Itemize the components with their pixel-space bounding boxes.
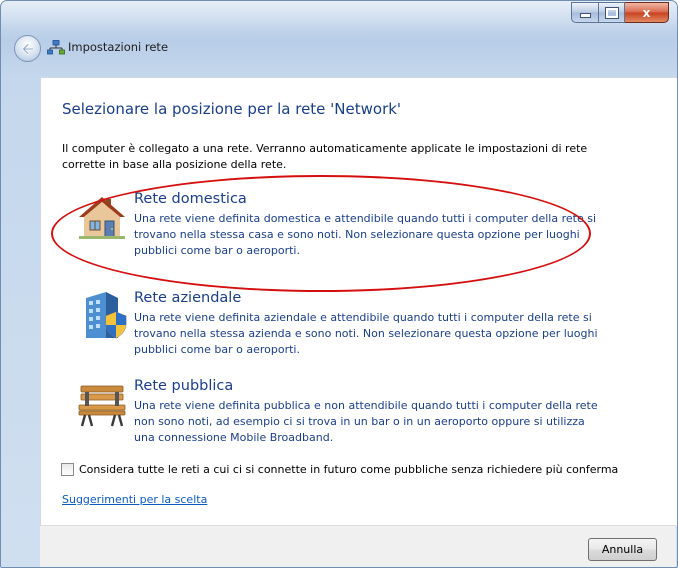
close-button[interactable]: x bbox=[625, 2, 669, 23]
close-icon: x bbox=[642, 5, 651, 20]
house-icon bbox=[79, 197, 125, 239]
window-title: Impostazioni rete bbox=[68, 40, 169, 54]
park-bench-icon bbox=[78, 385, 126, 427]
window: x Impostazioni rete Selezionare la posiz… bbox=[0, 0, 678, 568]
back-arrow-icon bbox=[21, 42, 34, 55]
back-button[interactable] bbox=[14, 35, 41, 62]
help-choosing-link[interactable]: Suggerimenti per la scelta bbox=[62, 493, 207, 506]
maximize-button[interactable] bbox=[599, 2, 625, 23]
content-pane: Selezionare la posizione per la rete 'Ne… bbox=[40, 77, 677, 526]
maximize-icon bbox=[604, 6, 619, 19]
future-networks-public-option: Considera tutte le reti a cui ci si conn… bbox=[61, 463, 618, 476]
option-title: Rete pubblica bbox=[134, 378, 234, 394]
checkbox-label[interactable]: Considera tutte le reti a cui ci si conn… bbox=[79, 463, 618, 476]
option-description: Una rete viene definita aziendale e atte… bbox=[134, 311, 598, 356]
network-icon bbox=[47, 40, 65, 55]
intro-text: Il computer è collegato a una rete. Verr… bbox=[62, 142, 588, 171]
office-building-shield-icon bbox=[86, 292, 127, 339]
option-title: Rete aziendale bbox=[134, 290, 242, 306]
minimize-icon bbox=[579, 13, 591, 18]
button-bar: Annulla bbox=[40, 525, 676, 567]
option-description: Una rete viene definita pubblica e non a… bbox=[134, 399, 598, 444]
future-networks-public-checkbox[interactable] bbox=[61, 463, 74, 476]
caption-buttons: x bbox=[571, 2, 669, 23]
option-title: Rete domestica bbox=[134, 191, 247, 207]
minimize-button[interactable] bbox=[571, 2, 599, 23]
cancel-button[interactable]: Annulla bbox=[588, 538, 657, 561]
page-heading: Selezionare la posizione per la rete 'Ne… bbox=[62, 100, 402, 118]
option-description: Una rete viene definita domestica e atte… bbox=[134, 212, 597, 257]
